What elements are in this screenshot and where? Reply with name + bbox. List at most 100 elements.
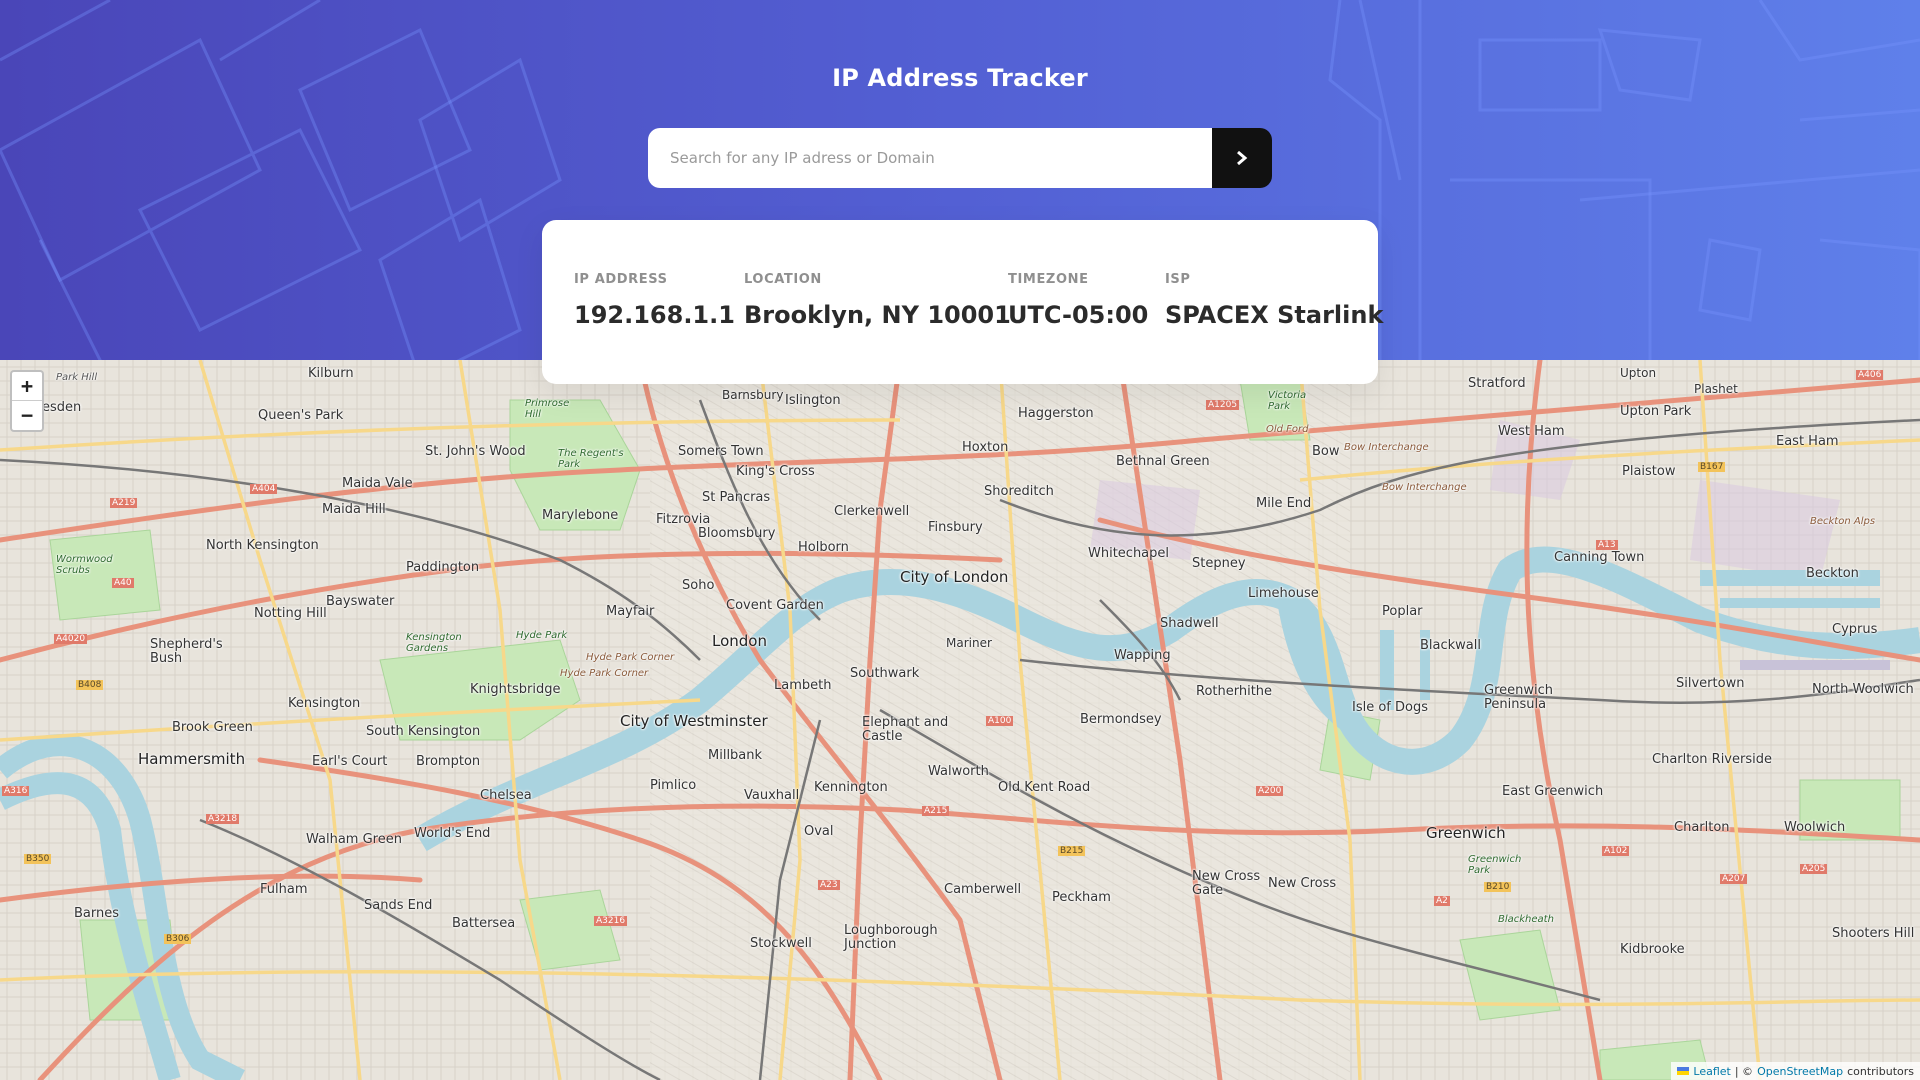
page-title: IP Address Tracker [832, 64, 1088, 92]
map-label: esden [42, 400, 82, 415]
map-label: Covent Garden [726, 598, 824, 613]
map-label: Marylebone [542, 508, 619, 523]
road-shield: A3218 [206, 814, 240, 824]
openstreetmap-link[interactable]: OpenStreetMap [1757, 1065, 1843, 1078]
map-label: Primrose Hill [525, 398, 570, 420]
map-label: Hammersmith [138, 750, 246, 768]
search-submit-button[interactable] [1212, 128, 1272, 188]
map-label: The Regent's Park [558, 448, 624, 470]
map-label: Blackwall [1420, 638, 1481, 653]
road-shield: A102 [1602, 846, 1630, 856]
map-label: Haggerston [1018, 406, 1094, 421]
map-label: Paddington [406, 560, 480, 575]
road-shield: A13 [1596, 540, 1618, 550]
map-label: St Pancras [702, 490, 771, 505]
map-label: Bayswater [326, 594, 395, 609]
map-label: Maida Vale [342, 476, 413, 491]
search-form [648, 128, 1272, 188]
road-shield: A100 [986, 716, 1014, 726]
road-shield: A1205 [1206, 400, 1240, 410]
info-label: TIMEZONE [1008, 272, 1089, 287]
leaflet-link[interactable]: Leaflet [1693, 1065, 1730, 1078]
map-label: Mayfair [606, 604, 655, 619]
map-label: Elephant and Castle [862, 715, 949, 744]
map-label: South Kensington [366, 724, 481, 739]
map-label: Wapping [1114, 648, 1171, 663]
info-timezone: TIMEZONE UTC-05:00 [1008, 272, 1148, 329]
zoom-out-button[interactable]: − [12, 401, 42, 430]
info-value: 192.168.1.1 [574, 301, 735, 329]
road-shield: B210 [1484, 882, 1512, 892]
map-label: Pimlico [650, 778, 697, 793]
map-label: Queen's Park [258, 408, 344, 423]
map-label: Peckham [1052, 890, 1111, 905]
zoom-in-button[interactable]: + [12, 372, 42, 401]
road-shield: A215 [922, 806, 950, 816]
ukraine-flag-icon [1677, 1067, 1690, 1075]
map-label: Beckton Alps [1810, 516, 1876, 527]
map-label: Bow Interchange [1344, 442, 1429, 453]
road-shield: B306 [164, 934, 192, 944]
map-label: Walham Green [306, 832, 402, 847]
map-label: Charlton [1674, 820, 1730, 835]
map-label: Bethnal Green [1116, 454, 1210, 469]
map-label: Stockwell [750, 936, 812, 951]
info-label: ISP [1165, 272, 1191, 287]
road-shield: A3216 [594, 916, 628, 926]
map-label: Old Ford [1266, 424, 1309, 435]
info-ip-address: IP ADDRESS 192.168.1.1 [574, 272, 735, 329]
map-label: Canning Town [1554, 550, 1645, 565]
map-label: Finsbury [928, 520, 983, 535]
map-label: West Ham [1498, 424, 1565, 439]
map-label: Oval [804, 824, 834, 839]
map-attribution: Leaflet | © OpenStreetMap contributors [1671, 1062, 1920, 1080]
map-label: Millbank [708, 748, 763, 763]
info-card: IP ADDRESS 192.168.1.1 LOCATION Brooklyn… [542, 220, 1383, 384]
map-label: Old Kent Road [998, 780, 1091, 795]
map-label: Sands End [364, 898, 433, 913]
map-label: Shepherd's Bush [150, 637, 223, 666]
map-label: Silvertown [1676, 676, 1745, 691]
road-shield: A406 [1856, 370, 1884, 380]
map-label: Wormwood Scrubs [56, 554, 113, 576]
road-shield: A40 [112, 578, 134, 588]
road-shield: B167 [1698, 462, 1726, 472]
map-label: Blackheath [1498, 914, 1554, 925]
map-label: World's End [414, 826, 491, 841]
map-label: Charlton Riverside [1652, 752, 1772, 767]
map-label: City of London [900, 568, 1009, 586]
search-input[interactable] [648, 128, 1212, 188]
map-label: Shoreditch [984, 484, 1054, 499]
map-label: Battersea [452, 916, 516, 931]
map-label: Mile End [1256, 496, 1312, 511]
map-label: Somers Town [678, 444, 764, 459]
map-label: Mariner [946, 636, 992, 650]
road-shield: B215 [1058, 846, 1086, 856]
map-label: Rotherhithe [1196, 684, 1273, 699]
map-label: Shadwell [1160, 616, 1219, 631]
map-label: Kensington Gardens [406, 632, 462, 654]
info-isp: ISP SPACEX Starlink [1165, 272, 1383, 329]
map-label: London [712, 632, 767, 650]
map[interactable]: Kilburn Park Hill esden Primrose Hill Is… [0, 360, 1920, 1080]
map-label: Lambeth [774, 678, 832, 693]
map-label: Kidbrooke [1620, 942, 1685, 957]
map-label: St. John's Wood [425, 444, 526, 459]
map-label: Hyde Park Corner [560, 668, 649, 679]
map-label: Isle of Dogs [1352, 700, 1429, 715]
road-shield: A200 [1256, 786, 1284, 796]
road-shield: B350 [24, 854, 52, 864]
map-label: City of Westminster [620, 712, 768, 730]
map-label: Barnsbury [722, 388, 784, 402]
map-label: Barnes [74, 906, 120, 921]
map-label: Stepney [1192, 556, 1246, 571]
map-label: Vauxhall [744, 788, 800, 803]
road-shield: A205 [1800, 864, 1828, 874]
map-label: Plashet [1694, 382, 1738, 396]
info-location: LOCATION Brooklyn, NY 10001 [744, 272, 1011, 329]
map-label: Bermondsey [1080, 712, 1162, 727]
map-label: New Cross [1268, 876, 1337, 891]
road-shield: A207 [1720, 874, 1748, 884]
map-label: Maida Hill [322, 502, 386, 517]
map-label: Brompton [416, 754, 481, 769]
